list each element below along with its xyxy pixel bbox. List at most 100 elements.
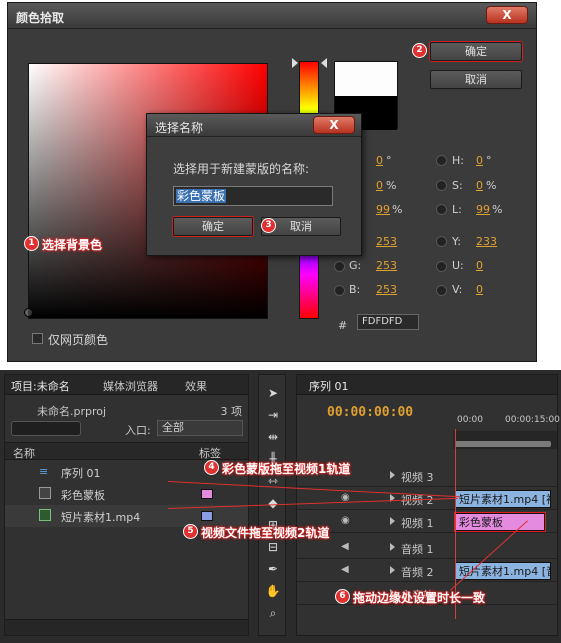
project-search-input[interactable] [11, 421, 81, 436]
blue-radio[interactable] [334, 285, 345, 296]
hand-tool-icon[interactable]: ✋ [264, 583, 282, 599]
ok-button[interactable]: 确定 [430, 42, 522, 61]
step-2-badge: 2 [412, 43, 427, 58]
ruler-label-15s: 00:00:15:00 [505, 415, 560, 425]
yuv-u-label: U: [452, 259, 464, 272]
step-6-text: 拖动边缘处设置时长一致 [353, 591, 486, 605]
yuv-u-value[interactable]: 0 [476, 259, 483, 272]
matte-name-value: 彩色蒙板 [176, 189, 227, 203]
yuv-y-label: Y: [452, 235, 461, 248]
tab-effects[interactable]: 效果 [185, 378, 207, 394]
g-radio[interactable] [334, 261, 345, 272]
expand-arrow-icon[interactable] [390, 543, 395, 551]
step-1-badge: 1 [24, 236, 39, 251]
step-5-badge: 5 [183, 524, 198, 539]
hex-input[interactable]: FDFDFD [357, 314, 419, 330]
track-name: 音频 1 [401, 543, 434, 556]
eye-icon[interactable]: ◉ [341, 516, 353, 526]
yuv-u-radio[interactable] [436, 261, 447, 272]
yuv-y-value[interactable]: 233 [476, 235, 497, 248]
zoom-tool-icon[interactable]: ⌕ [264, 605, 282, 621]
hsl-s-value[interactable]: 0 [476, 179, 483, 192]
name-dialog-close-button[interactable]: X [313, 116, 355, 134]
hsl-s-unit: % [486, 179, 497, 192]
g-label: G: [349, 259, 362, 272]
entry-select[interactable]: 全部 [157, 420, 243, 436]
picker-close-button[interactable]: X [486, 6, 528, 24]
name-dialog-titlebar: 选择名称 X [147, 114, 361, 137]
picker-title: 颜色拾取 [16, 11, 65, 25]
step-1-text: 选择背景色 [42, 238, 103, 252]
ruler-label-start: 00:00 [457, 415, 483, 425]
hsl-h-radio[interactable] [436, 155, 447, 166]
tab-project[interactable]: 项目:未命名 [11, 378, 70, 394]
project-item-color-matte[interactable]: 彩色蒙板 [5, 483, 248, 505]
track-select-tool-icon[interactable]: ⇥ [264, 407, 282, 423]
h-value[interactable]: 0 [376, 154, 383, 167]
ripple-edit-tool-icon[interactable]: ⇹ [264, 429, 282, 445]
b-value[interactable]: 99 [376, 203, 390, 216]
project-item-count: 3 项 [220, 405, 243, 418]
entry-label: 入口: [125, 424, 151, 437]
item-name: 短片素材1.mp4 [61, 511, 141, 524]
cancel-button[interactable]: 取消 [430, 70, 522, 89]
step-6-badge: 6 [335, 589, 350, 604]
picker-titlebar: 颜色拾取 X [8, 3, 536, 29]
matte-name-input[interactable]: 彩色蒙板 [173, 186, 333, 206]
razor-tool-icon[interactable]: ◆ [264, 495, 282, 511]
expand-arrow-icon[interactable] [390, 566, 395, 574]
yuv-y-radio[interactable] [436, 236, 447, 247]
web-only-checkbox[interactable] [32, 333, 43, 344]
new-color-swatch [335, 62, 397, 96]
hsl-s-label: S: [452, 179, 463, 192]
track-name: 视频 1 [401, 517, 434, 530]
web-only-label: 仅网页颜色 [48, 333, 109, 347]
selection-tool-icon[interactable]: ➤ [264, 385, 282, 401]
hsl-l-value[interactable]: 99 [476, 203, 490, 216]
pen-tool-icon[interactable]: ✒ [264, 561, 282, 577]
tab-sequence[interactable]: 序列 01 [309, 378, 349, 394]
expand-arrow-icon[interactable] [390, 517, 395, 525]
hsl-h-value[interactable]: 0 [476, 154, 483, 167]
video-clip-icon [39, 509, 51, 521]
choose-name-dialog: 选择名称 X 选择用于新建蒙版的名称: 彩色蒙板 确定 取消 [146, 113, 362, 256]
hsl-l-radio[interactable] [436, 204, 447, 215]
project-file-name: 未命名.prproj [37, 405, 107, 418]
column-name[interactable]: 名称 [13, 445, 35, 461]
hsl-h-unit: ° [486, 154, 492, 167]
speaker-icon[interactable]: ◀ [341, 565, 353, 575]
blue-label: B: [349, 283, 361, 296]
s-unit: % [386, 179, 397, 192]
label-swatch [201, 489, 213, 499]
yuv-v-value[interactable]: 0 [476, 283, 483, 296]
step-5-text: 视频文件拖至视频2轨道 [201, 526, 330, 540]
column-label[interactable]: 标签 [199, 445, 221, 461]
project-panel: 项目:未命名 媒体浏览器 效果 未命名.prproj 3 项 入口: 全部 名称… [4, 374, 249, 636]
timecode[interactable]: 00:00:00:00 [327, 405, 413, 420]
sequence-icon: ≡ [39, 465, 49, 478]
video-clip[interactable]: 短片素材1.mp4 [视 [455, 490, 551, 508]
hue-slider-left-arrow-icon[interactable] [292, 58, 298, 68]
work-area-bar[interactable] [455, 441, 551, 447]
color-matte-clip[interactable]: 彩色蒙板 [455, 513, 545, 531]
g-value[interactable]: 253 [376, 259, 397, 272]
yuv-v-radio[interactable] [436, 285, 447, 296]
hsl-s-radio[interactable] [436, 180, 447, 191]
yuv-v-label: V: [452, 283, 463, 296]
project-bottom-bar [5, 619, 248, 635]
tab-media-browser[interactable]: 媒体浏览器 [103, 378, 158, 394]
name-ok-button[interactable]: 确定 [173, 217, 253, 236]
item-name: 序列 01 [61, 467, 101, 480]
s-value[interactable]: 0 [376, 179, 383, 192]
step-4-badge: 4 [204, 460, 219, 475]
blue-value[interactable]: 253 [376, 283, 397, 296]
expand-arrow-icon[interactable] [390, 471, 395, 479]
premiere-workspace: 项目:未命名 媒体浏览器 效果 未命名.prproj 3 项 入口: 全部 名称… [0, 370, 561, 643]
h-unit: ° [386, 154, 392, 167]
slide-tool-icon[interactable]: ⊟ [264, 539, 282, 555]
item-name: 彩色蒙板 [61, 489, 105, 502]
speaker-icon[interactable]: ◀ [341, 542, 353, 552]
color-field-marker[interactable] [24, 308, 33, 317]
hue-slider-right-arrow-icon[interactable] [321, 58, 327, 68]
r-value[interactable]: 253 [376, 235, 397, 248]
